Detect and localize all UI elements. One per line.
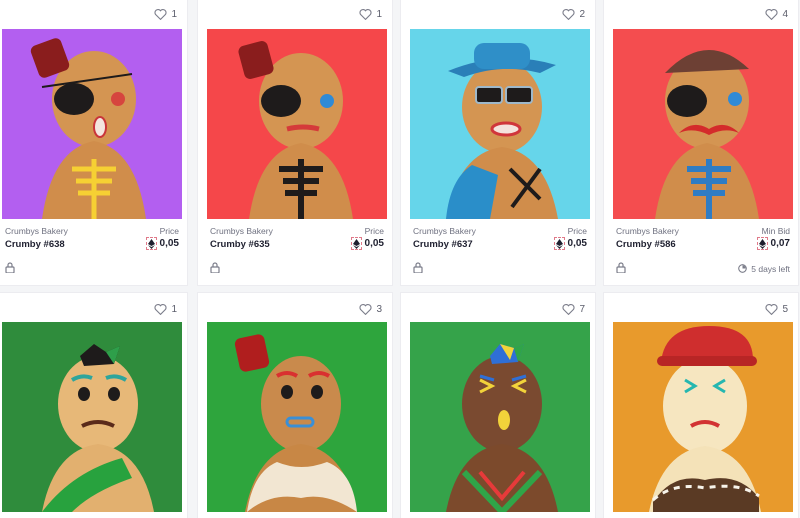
like-count: 1 [376, 8, 382, 20]
heart-icon [154, 8, 167, 20]
nft-card[interactable]: 5 [603, 292, 799, 518]
nft-image[interactable] [207, 322, 387, 512]
price-label: Price [159, 226, 179, 236]
like-button[interactable]: 1 [359, 8, 382, 20]
price-value: 0,05 [145, 237, 179, 250]
like-button[interactable]: 2 [562, 8, 585, 20]
like-button[interactable]: 3 [359, 303, 382, 315]
nft-image[interactable] [2, 29, 182, 219]
heart-icon [154, 303, 167, 315]
heart-icon [359, 8, 372, 20]
like-button[interactable]: 1 [154, 8, 177, 20]
nft-card[interactable]: 1 [0, 292, 188, 518]
nft-card[interactable]: 2 Crumbys Bakery Crumby #637 Price 0,05 [400, 0, 596, 286]
like-button[interactable]: 4 [765, 8, 788, 20]
heart-icon [359, 303, 372, 315]
like-count: 3 [376, 303, 382, 315]
lock-icon [413, 260, 423, 278]
price-value: 0,05 [350, 237, 384, 250]
nft-card[interactable]: 4 Crumbys Bakery Crumby #586 Min Bid 0,0… [603, 0, 799, 286]
nft-grid: 1 Crumbys Bakery Crumby #638 Price 0,05 [0, 0, 800, 518]
like-count: 2 [579, 8, 585, 20]
like-count: 7 [579, 303, 585, 315]
heart-icon [765, 303, 778, 315]
collection-name[interactable]: Crumbys Bakery [413, 226, 587, 236]
like-count: 4 [782, 8, 788, 20]
eth-icon [350, 237, 362, 250]
like-button[interactable]: 5 [765, 303, 788, 315]
clock-icon [738, 263, 748, 275]
price-label: Price [364, 226, 384, 236]
eth-icon [553, 237, 565, 250]
heart-icon [562, 8, 575, 20]
nft-card[interactable]: 7 [400, 292, 596, 518]
nft-card[interactable]: 1 Crumbys Bakery Crumby #635 Price 0,05 [197, 0, 393, 286]
like-count: 1 [171, 8, 177, 20]
like-count: 5 [782, 303, 788, 315]
auction-timer: 5 days left [738, 263, 790, 275]
like-button[interactable]: 7 [562, 303, 585, 315]
heart-icon [765, 8, 778, 20]
price-label: Price [567, 226, 587, 236]
nft-image[interactable] [613, 29, 793, 219]
like-button[interactable]: 1 [154, 303, 177, 315]
lock-icon [210, 260, 220, 278]
nft-image[interactable] [410, 322, 590, 512]
lock-icon [616, 260, 626, 278]
nft-image[interactable] [410, 29, 590, 219]
lock-icon [5, 260, 15, 278]
price-value: 0,05 [553, 237, 587, 250]
eth-icon [145, 237, 157, 250]
nft-image[interactable] [2, 322, 182, 512]
eth-icon [756, 237, 768, 250]
nft-image[interactable] [613, 322, 793, 512]
nft-image[interactable] [207, 29, 387, 219]
like-count: 1 [171, 303, 177, 315]
nft-card[interactable]: 1 Crumbys Bakery Crumby #638 Price 0,05 [0, 0, 188, 286]
collection-name[interactable]: Crumbys Bakery [210, 226, 384, 236]
price-label: Min Bid [761, 226, 790, 236]
nft-card[interactable]: 3 [197, 292, 393, 518]
heart-icon [562, 303, 575, 315]
price-value: 0,07 [756, 237, 790, 250]
collection-name[interactable]: Crumbys Bakery [5, 226, 179, 236]
